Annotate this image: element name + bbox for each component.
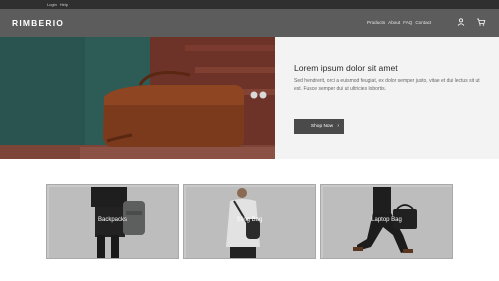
nav-menu: Products About FAQ Contact [367,20,431,25]
card-label: Sling Bag [236,217,263,223]
nav-item-contact[interactable]: Contact [415,20,431,25]
main-navbar: RIMBERIO Products About FAQ Contact [0,9,499,37]
hero-description: Sed hendrerit, orci a euismod feugiat, e… [294,78,480,92]
nav-item-faq[interactable]: FAQ [403,20,412,25]
category-card-backpacks[interactable]: Backpacks [46,184,179,259]
category-card-laptop-bag[interactable]: Laptop Bag [320,184,453,259]
hero-section: Lorem ipsum dolor sit amet Sed hendrerit… [0,37,499,159]
brand-logo[interactable]: RIMBERIO [12,18,64,28]
nav-item-products[interactable]: Products [367,20,385,25]
shop-now-button[interactable]: Shop Now › [294,119,344,134]
category-card-sling-bag[interactable]: Sling Bag [183,184,316,259]
hero-image [0,37,275,159]
help-link[interactable]: Help [60,0,68,9]
utility-links: Login Help [47,0,68,9]
arrow-right-icon: › [337,123,339,129]
login-link[interactable]: Login [47,0,57,9]
category-section: Backpacks Sling Bag Laptop Bag [0,159,499,281]
cart-icon[interactable] [476,17,486,27]
hero-title: Lorem ipsum dolor sit amet [294,63,398,73]
user-icon[interactable] [456,17,466,27]
shop-now-label: Shop Now [310,124,334,129]
hero-content-panel: Lorem ipsum dolor sit amet Sed hendrerit… [275,37,499,159]
card-label: Laptop Bag [371,217,402,223]
card-label: Backpacks [97,217,127,223]
nav-item-about[interactable]: About [388,20,400,25]
top-utility-bar: Login Help [0,0,499,9]
